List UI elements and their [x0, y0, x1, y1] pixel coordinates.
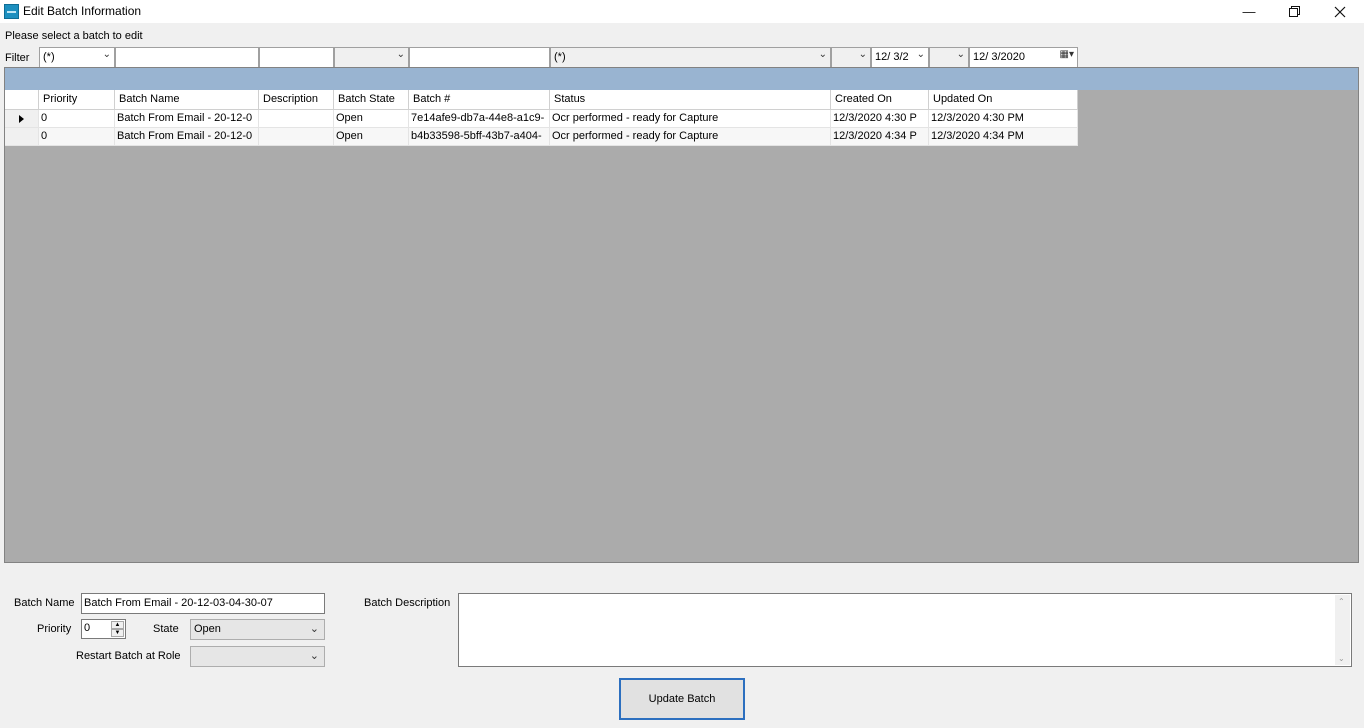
description-scrollbar[interactable]: ⌃ ⌄: [1335, 595, 1350, 665]
column-header-created-on[interactable]: Created On: [831, 90, 929, 110]
cell-updated-on[interactable]: 12/3/2020 4:34 PM: [929, 128, 1078, 146]
filter-batch-number-input[interactable]: [409, 47, 550, 68]
column-header-priority[interactable]: Priority: [39, 90, 115, 110]
cell-batch-name[interactable]: Batch From Email - 20-12-0: [115, 110, 259, 128]
table-row[interactable]: 0 Batch From Email - 20-12-0 Open b4b335…: [5, 128, 1078, 146]
close-button[interactable]: [1317, 0, 1363, 23]
chevron-down-icon: ⌄: [309, 623, 319, 635]
column-header-description[interactable]: Description: [259, 90, 334, 110]
cell-status[interactable]: Ocr performed - ready for Capture: [550, 128, 831, 146]
filter-updated-on-date[interactable]: 12/ 3/2020 ▦▾: [969, 47, 1078, 68]
chevron-down-icon: ⌄: [858, 49, 867, 60]
restart-role-select[interactable]: ⌄: [190, 646, 325, 667]
cell-created-on[interactable]: 12/3/2020 4:30 P: [831, 110, 929, 128]
select-batch-prompt: Please select a batch to edit: [5, 30, 143, 42]
filter-created-on-date[interactable]: 12/ 3/2 ⌄: [871, 47, 929, 68]
row-selector[interactable]: [5, 110, 39, 128]
current-row-arrow-icon: [19, 114, 24, 123]
filter-created-on-value: 12/ 3/2: [875, 51, 909, 63]
cell-description[interactable]: [259, 128, 334, 146]
cell-status[interactable]: Ocr performed - ready for Capture: [550, 110, 831, 128]
grid-header: Priority Batch Name Description Batch St…: [5, 90, 1078, 110]
restore-icon: [1288, 6, 1300, 17]
filter-updated-operator-combo[interactable]: ⌄: [929, 47, 969, 68]
cell-updated-on[interactable]: 12/3/2020 4:30 PM: [929, 110, 1078, 128]
column-header-status[interactable]: Status: [550, 90, 831, 110]
minimize-button[interactable]: —: [1226, 0, 1272, 23]
minimize-icon: —: [1242, 4, 1256, 19]
cell-priority[interactable]: 0: [39, 110, 115, 128]
title-bar: [0, 0, 1364, 23]
filter-status-value: (*): [554, 51, 566, 63]
state-value: Open: [194, 623, 221, 635]
filter-label: Filter: [5, 52, 30, 64]
app-icon: [4, 4, 19, 19]
chevron-down-icon: ⌄: [396, 49, 405, 60]
spin-down-icon[interactable]: ▼: [111, 629, 124, 637]
cell-batch-number[interactable]: b4b33598-5bff-43b7-a404-: [409, 128, 550, 146]
chevron-down-icon: ⌄: [102, 49, 111, 60]
cell-description[interactable]: [259, 110, 334, 128]
cell-batch-state[interactable]: Open: [334, 110, 409, 128]
row-selector[interactable]: [5, 128, 39, 146]
scroll-up-icon[interactable]: ⌃: [1338, 597, 1345, 606]
column-header-batch-name[interactable]: Batch Name: [115, 90, 259, 110]
cell-batch-state[interactable]: Open: [334, 128, 409, 146]
window-title: Edit Batch Information: [23, 4, 142, 18]
scroll-down-icon[interactable]: ⌄: [1338, 654, 1345, 663]
filter-priority-combo[interactable]: (*) ⌄: [39, 47, 115, 68]
batch-name-label: Batch Name: [14, 597, 75, 609]
close-icon: [1334, 6, 1346, 17]
filter-created-operator-combo[interactable]: ⌄: [831, 47, 871, 68]
header-row-selector: [5, 90, 39, 110]
column-header-updated-on[interactable]: Updated On: [929, 90, 1078, 110]
calendar-dropdown-icon: ▦▾: [1059, 49, 1074, 60]
filter-batch-name-input[interactable]: [115, 47, 259, 68]
priority-stepper[interactable]: 0 ▲ ▼: [81, 619, 126, 639]
filter-batch-state-combo[interactable]: ⌄: [334, 47, 409, 68]
grid-group-panel: [5, 68, 1358, 90]
filter-status-combo[interactable]: (*) ⌄: [550, 47, 831, 68]
batch-description-value: [459, 594, 1351, 600]
priority-label: Priority: [37, 623, 72, 635]
priority-value: 0: [84, 622, 91, 634]
chevron-down-icon: ⌄: [309, 650, 319, 662]
cell-created-on[interactable]: 12/3/2020 4:34 P: [831, 128, 929, 146]
spin-up-icon[interactable]: ▲: [111, 621, 124, 629]
chevron-down-icon: ⌄: [818, 49, 827, 60]
batch-description-textarea[interactable]: ⌃ ⌄: [458, 593, 1352, 667]
restart-role-label: Restart Batch at Role: [76, 650, 181, 662]
chevron-down-icon: ⌄: [956, 49, 965, 60]
cell-batch-name[interactable]: Batch From Email - 20-12-0: [115, 128, 259, 146]
update-batch-button[interactable]: Update Batch: [619, 678, 745, 720]
column-header-batch-number[interactable]: Batch #: [409, 90, 550, 110]
cell-batch-number[interactable]: 7e14afe9-db7a-44e8-a1c9-: [409, 110, 550, 128]
state-label: State: [153, 623, 179, 635]
filter-description-input[interactable]: [259, 47, 334, 68]
cell-priority[interactable]: 0: [39, 128, 115, 146]
batch-name-input[interactable]: Batch From Email - 20-12-03-04-30-07: [81, 593, 325, 614]
chevron-down-icon: ⌄: [916, 49, 925, 60]
column-header-batch-state[interactable]: Batch State: [334, 90, 409, 110]
batch-description-label: Batch Description: [364, 597, 451, 609]
restore-button[interactable]: [1271, 0, 1317, 23]
state-select[interactable]: Open ⌄: [190, 619, 325, 640]
filter-updated-on-value: 12/ 3/2020: [973, 51, 1025, 63]
filter-priority-value: (*): [43, 51, 55, 63]
table-row[interactable]: 0 Batch From Email - 20-12-0 Open 7e14af…: [5, 110, 1078, 128]
